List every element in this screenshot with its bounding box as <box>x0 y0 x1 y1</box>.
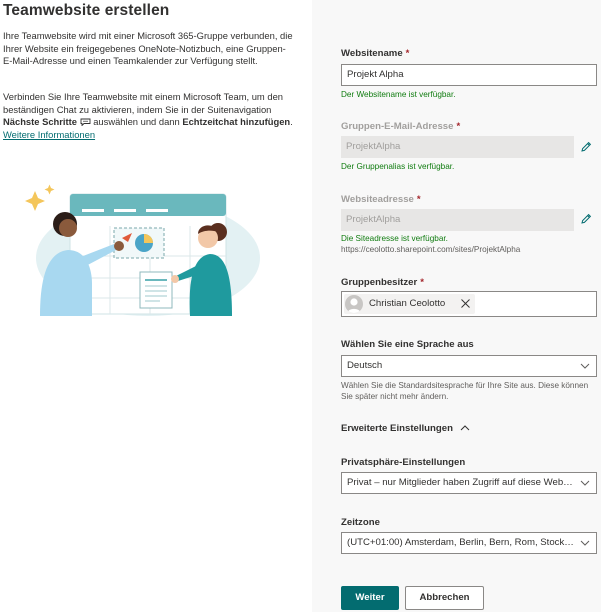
close-icon[interactable] <box>460 298 471 309</box>
next-steps-text: Nächste Schritte <box>3 116 77 127</box>
site-name-label: Websitename * <box>341 48 409 59</box>
page-title: Teamwebsite erstellen <box>3 2 170 19</box>
teams-text-b: auswählen und dann <box>90 116 183 127</box>
privacy-select[interactable]: Privat – nur Mitglieder haben Zugriff au… <box>341 472 597 494</box>
intro-paragraph: Ihre Teamwebsite wird mit einer Microsof… <box>3 30 293 66</box>
required-mark: * <box>405 48 410 59</box>
pencil-icon[interactable] <box>580 213 592 225</box>
language-select[interactable]: Deutsch <box>341 355 597 377</box>
group-email-label-text: Gruppen-E-Mail-Adresse <box>341 121 454 132</box>
site-address-input[interactable]: ProjektAlpha <box>341 209 574 231</box>
advanced-settings-label: Erweiterte Einstellungen <box>341 423 453 434</box>
language-value: Deutsch <box>347 360 383 371</box>
owner-label: Gruppenbesitzer * <box>341 277 424 288</box>
site-name-input[interactable]: Projekt Alpha <box>341 64 597 86</box>
chat-icon <box>80 118 91 126</box>
teams-paragraph: Verbinden Sie Ihre Teamwebsite mit einem… <box>3 91 293 141</box>
team-illustration <box>25 184 260 316</box>
timezone-value: (UTC+01:00) Amsterdam, Berlin, Bern, Rom… <box>347 537 575 548</box>
chevron-down-icon <box>580 363 590 369</box>
language-hint: Wählen Sie die Standardsitesprache für I… <box>341 381 589 401</box>
site-address-label-text: Websiteadresse <box>341 194 414 205</box>
next-button[interactable]: Weiter <box>341 586 399 610</box>
privacy-value: Privat – nur Mitglieder haben Zugriff au… <box>347 477 575 488</box>
owner-picker[interactable]: Christian Ceolotto <box>341 291 597 317</box>
cancel-button[interactable]: Abbrechen <box>405 586 484 610</box>
intro-panel: Teamwebsite erstellen Ihre Teamwebsite w… <box>0 0 312 612</box>
timezone-select[interactable]: (UTC+01:00) Amsterdam, Berlin, Bern, Rom… <box>341 532 597 554</box>
owner-label-text: Gruppenbesitzer <box>341 277 418 288</box>
site-name-label-text: Websitename <box>341 48 403 59</box>
site-address-label: Websiteadresse * <box>341 194 421 205</box>
required-mark: * <box>416 194 421 205</box>
timezone-label: Zeitzone <box>341 517 380 528</box>
avatar <box>345 295 363 313</box>
privacy-label: Privatsphäre-Einstellungen <box>341 457 466 468</box>
required-mark: * <box>420 277 424 288</box>
language-label: Wählen Sie eine Sprache aus <box>341 339 474 350</box>
chevron-down-icon <box>580 480 590 486</box>
site-address-status: Die Siteadresse ist verfügbar. <box>341 234 448 243</box>
site-name-status: Der Websitename ist verfügbar. <box>341 90 456 99</box>
required-mark: * <box>456 121 461 132</box>
teams-text-c: . <box>290 116 293 127</box>
owner-persona[interactable]: Christian Ceolotto <box>344 294 475 314</box>
form-panel: Websitename * Projekt Alpha Der Websitena… <box>312 0 601 612</box>
add-chat-text: Echtzeitchat hinzufügen <box>182 116 291 127</box>
owner-name: Christian Ceolotto <box>369 298 446 309</box>
group-email-input[interactable]: ProjektAlpha <box>341 136 574 158</box>
person-icon <box>347 298 361 313</box>
chevron-down-icon <box>580 540 590 546</box>
group-email-status: Der Gruppenalias ist verfügbar. <box>341 162 455 171</box>
chevron-up-icon <box>460 425 469 431</box>
advanced-settings-toggle[interactable]: Erweiterte Einstellungen <box>341 423 470 434</box>
teams-text-a: Verbinden Sie Ihre Teamwebsite mit einem… <box>3 91 283 115</box>
pencil-icon[interactable] <box>580 141 592 153</box>
group-email-label: Gruppen-E-Mail-Adresse * <box>341 121 460 132</box>
learn-more-link[interactable]: Weitere Informationen <box>3 129 95 140</box>
site-address-url: https://ceolotto.sharepoint.com/sites/Pr… <box>341 245 521 254</box>
